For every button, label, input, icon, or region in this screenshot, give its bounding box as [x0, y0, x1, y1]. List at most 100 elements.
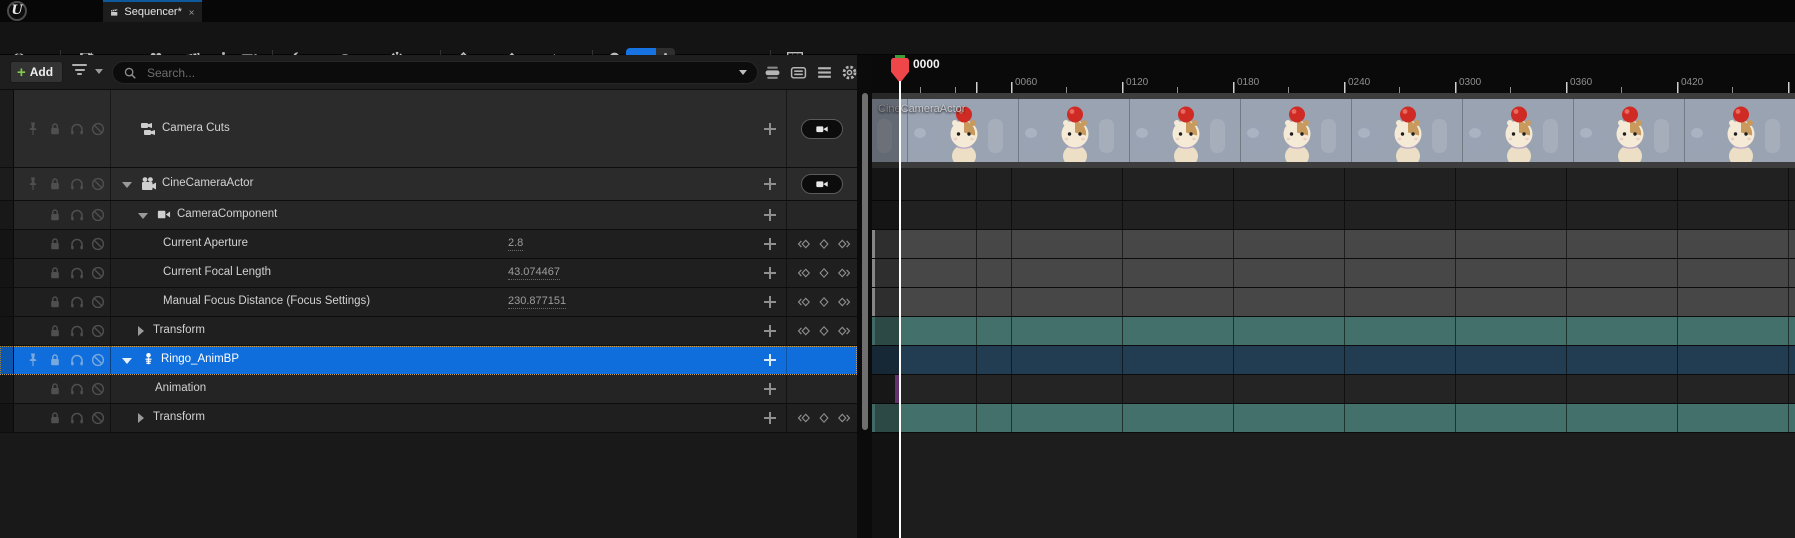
- expander-icon[interactable]: [138, 326, 144, 336]
- track-row-current-aperture[interactable]: Current Aperture 2.8: [0, 230, 857, 259]
- headphones-icon[interactable]: [69, 236, 85, 252]
- headphones-icon[interactable]: [69, 121, 85, 137]
- band-animation[interactable]: [872, 375, 1795, 404]
- expander-icon[interactable]: [138, 213, 148, 219]
- filter-icon[interactable]: [72, 64, 87, 78]
- mute-icon[interactable]: [90, 121, 106, 137]
- mute-icon[interactable]: [90, 381, 106, 397]
- playhead-line[interactable]: [899, 81, 901, 538]
- lock-icon[interactable]: [47, 265, 63, 281]
- camera-cuts-section[interactable]: CineCameraActor: [872, 93, 1795, 168]
- add-section-button[interactable]: [763, 353, 777, 367]
- add-key-button[interactable]: [763, 324, 777, 338]
- add-key-icon[interactable]: [817, 411, 831, 425]
- camera-lock-button[interactable]: [801, 119, 843, 139]
- next-key-icon[interactable]: [837, 295, 851, 309]
- headphones-icon[interactable]: [69, 323, 85, 339]
- add-section-button[interactable]: [763, 177, 777, 191]
- settings-gear-icon[interactable]: [841, 64, 858, 81]
- headphones-icon[interactable]: [69, 410, 85, 426]
- camera-lock-button[interactable]: [801, 174, 843, 194]
- prev-key-icon[interactable]: [797, 324, 811, 338]
- expander-icon[interactable]: [138, 413, 144, 423]
- property-value[interactable]: 43.074467: [508, 266, 560, 280]
- timeline-area[interactable]: 0060 0120 0180 0240 0300 0360 0420 0000: [872, 55, 1795, 538]
- track-row-current-focal-length[interactable]: Current Focal Length 43.074467: [0, 259, 857, 288]
- expander-icon[interactable]: [122, 358, 132, 364]
- track-row-animation[interactable]: Animation: [0, 375, 857, 404]
- search-box[interactable]: [112, 61, 758, 84]
- lock-icon[interactable]: [47, 323, 63, 339]
- headphones-icon[interactable]: [69, 352, 85, 368]
- vertical-scrollbar[interactable]: [862, 93, 868, 430]
- prev-key-icon[interactable]: [797, 295, 811, 309]
- lock-icon[interactable]: [47, 294, 63, 310]
- pin-icon[interactable]: [25, 121, 41, 137]
- band-empty[interactable]: [872, 433, 1795, 538]
- next-key-icon[interactable]: [837, 324, 851, 338]
- lock-icon[interactable]: [47, 410, 63, 426]
- band-ringo-animbp-selected[interactable]: [872, 346, 1795, 375]
- search-chevron-icon[interactable]: [739, 70, 747, 75]
- add-key-button[interactable]: [763, 237, 777, 251]
- add-camera-cut-button[interactable]: [763, 122, 777, 136]
- mute-icon[interactable]: [90, 207, 106, 223]
- prev-key-icon[interactable]: [797, 237, 811, 251]
- mute-icon[interactable]: [90, 323, 106, 339]
- track-row-ringo-animbp[interactable]: Ringo_AnimBP: [0, 346, 857, 375]
- pin-icon[interactable]: [25, 176, 41, 192]
- add-key-button[interactable]: [763, 411, 777, 425]
- next-key-icon[interactable]: [837, 237, 851, 251]
- headphones-icon[interactable]: [69, 207, 85, 223]
- list-view-icon[interactable]: [816, 64, 833, 81]
- collapsed-view-icon[interactable]: [764, 64, 781, 81]
- mute-icon[interactable]: [90, 294, 106, 310]
- mute-icon[interactable]: [90, 410, 106, 426]
- lock-icon[interactable]: [47, 236, 63, 252]
- band-manual-focus-distance[interactable]: [872, 288, 1795, 317]
- add-key-icon[interactable]: [817, 237, 831, 251]
- track-row-camera-cuts[interactable]: Camera Cuts: [0, 90, 857, 168]
- unreal-logo-icon[interactable]: U: [7, 1, 27, 21]
- headphones-icon[interactable]: [69, 294, 85, 310]
- add-section-button[interactable]: [763, 208, 777, 222]
- headphones-icon[interactable]: [69, 265, 85, 281]
- lock-icon[interactable]: [47, 176, 63, 192]
- headphones-icon[interactable]: [69, 381, 85, 397]
- tab-sequencer[interactable]: Sequencer*: [103, 0, 202, 22]
- band-transform-camera[interactable]: [872, 317, 1795, 346]
- filter-chevron-icon[interactable]: [95, 69, 103, 74]
- mute-icon[interactable]: [90, 236, 106, 252]
- next-key-icon[interactable]: [837, 266, 851, 280]
- track-row-transform-ringo[interactable]: Transform: [0, 404, 857, 433]
- expanded-view-icon[interactable]: [790, 64, 807, 81]
- band-current-focal-length[interactable]: [872, 259, 1795, 288]
- headphones-icon[interactable]: [69, 176, 85, 192]
- band-transform-ringo[interactable]: [872, 404, 1795, 433]
- timeline-ruler[interactable]: 0060 0120 0180 0240 0300 0360 0420 0000: [872, 55, 1795, 93]
- lock-icon[interactable]: [47, 121, 63, 137]
- prev-key-icon[interactable]: [797, 411, 811, 425]
- track-row-transform-camera[interactable]: Transform: [0, 317, 857, 346]
- lock-icon[interactable]: [47, 381, 63, 397]
- add-key-icon[interactable]: [817, 295, 831, 309]
- band-current-aperture[interactable]: [872, 230, 1795, 259]
- add-key-button[interactable]: [763, 266, 777, 280]
- lock-icon[interactable]: [47, 207, 63, 223]
- track-row-manual-focus-distance[interactable]: Manual Focus Distance (Focus Settings) 2…: [0, 288, 857, 317]
- mute-icon[interactable]: [90, 352, 106, 368]
- lock-icon[interactable]: [47, 352, 63, 368]
- mute-icon[interactable]: [90, 176, 106, 192]
- mute-icon[interactable]: [90, 265, 106, 281]
- playhead-grip[interactable]: [891, 58, 909, 83]
- next-key-icon[interactable]: [837, 411, 851, 425]
- add-key-icon[interactable]: [817, 266, 831, 280]
- add-track-button[interactable]: + Add: [10, 61, 63, 83]
- prev-key-icon[interactable]: [797, 266, 811, 280]
- close-tab-icon[interactable]: [188, 7, 195, 18]
- add-key-button[interactable]: [763, 295, 777, 309]
- band-cameracomponent[interactable]: [872, 201, 1795, 230]
- band-cinecameraactor[interactable]: [872, 168, 1795, 201]
- panel-splitter[interactable]: [857, 55, 872, 538]
- pin-icon[interactable]: [25, 352, 41, 368]
